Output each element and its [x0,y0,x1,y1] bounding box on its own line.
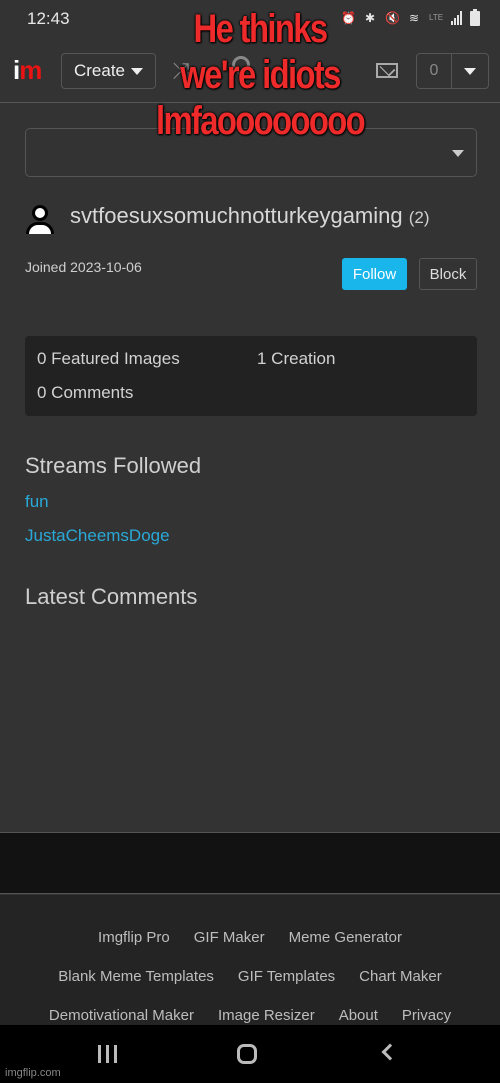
user-stats: 0 Featured Images 1 Creation 0 Comments [25,336,477,416]
imgflip-logo[interactable]: im [13,55,42,86]
caption-line: we're idiots [180,53,341,97]
imgflip-watermark: imgflip.com [5,1067,61,1079]
footer-link-meme-generator[interactable]: Meme Generator [289,929,402,946]
footer-link-demotivational-maker[interactable]: Demotivational Maker [49,1007,194,1024]
footer-row: Blank Meme Templates GIF Templates Chart… [0,968,500,985]
stat-creations[interactable]: 1 Creation [257,349,335,369]
stat-comments[interactable]: 0 Comments [37,383,133,403]
username: svtfoesuxsomuchnotturkeygaming (2) [70,203,430,229]
mute-icon: 🔇 [385,11,400,25]
footer-link-image-resizer[interactable]: Image Resizer [218,1007,315,1024]
recent-apps-icon[interactable] [98,1045,117,1063]
footer-row: Imgflip Pro GIF Maker Meme Generator [0,929,500,946]
streams-followed-heading: Streams Followed [25,453,202,478]
footer-link-imgflip-pro[interactable]: Imgflip Pro [98,929,170,946]
caption-line: lmfaoooooooo [155,99,366,143]
notifications-button[interactable]: 0 [416,53,489,89]
caption-line: He thinks [193,7,329,51]
footer: Imgflip Pro GIF Maker Meme Generator Bla… [0,895,500,1025]
block-button[interactable]: Block [419,258,477,290]
footer-link-blank-meme-templates[interactable]: Blank Meme Templates [58,968,214,985]
stream-link[interactable]: fun [25,492,49,512]
footer-link-privacy[interactable]: Privacy [402,1007,451,1024]
system-nav-bar [0,1025,500,1083]
joined-date: Joined 2023-10-06 [25,259,142,275]
home-icon[interactable] [237,1044,257,1064]
create-label: Create [73,61,126,80]
avatar [25,205,55,235]
footer-link-about[interactable]: About [339,1007,378,1024]
stream-link[interactable]: JustaCheemsDoge [25,526,170,546]
ad-area [0,832,500,894]
footer-row: Demotivational Maker Image Resizer About… [0,1007,500,1024]
volte-icon: LTE [429,13,444,22]
status-time: 12:43 [27,9,70,28]
meme-caption: He thinks we're idiots lmfaoooooooo [137,6,383,144]
user-points: (2) [408,208,430,227]
signal-icon [451,11,462,25]
username-text: svtfoesuxsomuchnotturkeygaming [70,203,403,228]
follow-button[interactable]: Follow [342,258,407,290]
footer-link-gif-maker[interactable]: GIF Maker [194,929,265,946]
footer-link-gif-templates[interactable]: GIF Templates [238,968,335,985]
latest-comments-heading: Latest Comments [25,584,198,609]
chevron-down-icon [464,67,476,75]
notifications-dropdown[interactable] [452,54,488,88]
chevron-down-icon [452,150,464,157]
stat-featured-images[interactable]: 0 Featured Images [37,349,180,369]
notification-count[interactable]: 0 [417,54,452,88]
footer-link-chart-maker[interactable]: Chart Maker [359,968,442,985]
wifi-icon: ≋ [408,11,420,25]
battery-icon [470,8,480,26]
back-icon[interactable] [381,1043,399,1061]
